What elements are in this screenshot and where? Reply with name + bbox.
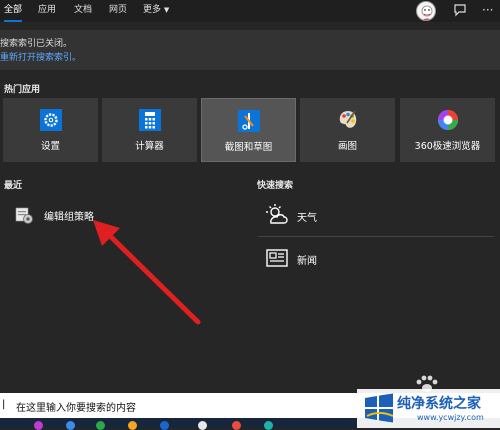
quick-search-news[interactable]: 新闻 xyxy=(265,246,385,270)
tab-web[interactable]: 网页 xyxy=(109,0,127,22)
taskbar-app-icon[interactable] xyxy=(96,421,105,430)
app-label: 设置 xyxy=(40,141,60,152)
recent-item-label: 编辑组策略 xyxy=(44,212,94,223)
app-label: 画图 xyxy=(337,141,357,152)
windows-logo-icon xyxy=(365,393,394,423)
search-cursor-icon: | xyxy=(2,399,6,410)
search-input[interactable]: 在这里输入你要搜索的内容 xyxy=(16,399,136,414)
browser-360-icon xyxy=(437,110,458,130)
recent-heading: 最近 xyxy=(4,181,23,191)
group-policy-icon xyxy=(15,207,33,224)
app-tile-360-browser[interactable]: 360极速浏览器 xyxy=(400,98,495,162)
app-tile-snip-sketch[interactable]: 截图和草图 xyxy=(201,98,296,162)
chevron-down-icon: ▼ xyxy=(163,6,170,14)
site-watermark: 纯净系统之家 www.ycwjzy.com xyxy=(357,389,500,428)
taskbar-app-icon[interactable] xyxy=(264,421,273,430)
app-label: 截图和草图 xyxy=(224,142,273,153)
app-tile-calculator[interactable]: 计算器 xyxy=(102,98,197,162)
app-tile-settings[interactable]: 设置 xyxy=(3,98,98,162)
avatar[interactable] xyxy=(416,1,436,21)
app-label: 360极速浏览器 xyxy=(414,141,481,152)
tab-apps[interactable]: 应用 xyxy=(38,0,56,22)
taskbar-app-icon[interactable] xyxy=(66,421,75,430)
gear-icon xyxy=(39,109,62,131)
taskbar-app-icon[interactable] xyxy=(160,421,169,430)
top-tab-bar: 全部 应用 文档 网页 更多 ▼ ··· xyxy=(0,0,500,22)
taskbar-app-icon[interactable] xyxy=(34,421,43,430)
taskbar-app-icon[interactable] xyxy=(198,421,207,430)
tab-more[interactable]: 更多 ▼ xyxy=(143,0,169,22)
divider xyxy=(258,236,494,237)
watermark-url: www.ycwjzy.com xyxy=(417,413,484,422)
calculator-icon xyxy=(138,109,161,131)
quick-search-label: 新闻 xyxy=(297,256,317,267)
search-index-notice: 搜索索引已关闭。 重新打开搜索索引。 xyxy=(0,30,500,70)
feedback-icon[interactable] xyxy=(453,3,467,17)
notice-message: 搜索索引已关闭。 xyxy=(0,39,73,49)
tab-documents[interactable]: 文档 xyxy=(74,0,92,22)
weather-icon xyxy=(266,204,288,224)
news-icon xyxy=(266,249,288,267)
taskbar-app-icon[interactable] xyxy=(128,421,137,430)
taskbar-app-icon[interactable] xyxy=(232,421,241,430)
top-apps-heading: 热门应用 xyxy=(4,85,41,95)
app-label: 计算器 xyxy=(135,141,164,152)
snip-sketch-icon xyxy=(237,110,260,132)
annotation-arrow xyxy=(93,220,201,325)
reenable-index-link[interactable]: 重新打开搜索索引。 xyxy=(0,50,81,63)
more-options-icon[interactable]: ··· xyxy=(482,2,493,18)
quick-search-heading: 快速搜索 xyxy=(257,181,294,191)
paint-palette-icon xyxy=(339,110,356,128)
app-tile-paint[interactable]: 画图 xyxy=(300,98,395,162)
quick-search-weather[interactable]: 天气 xyxy=(265,203,385,227)
watermark-title: 纯净系统之家 xyxy=(397,396,481,412)
quick-search-label: 天气 xyxy=(297,213,317,224)
tab-all[interactable]: 全部 xyxy=(4,0,23,22)
tab-more-label: 更多 xyxy=(143,5,162,15)
